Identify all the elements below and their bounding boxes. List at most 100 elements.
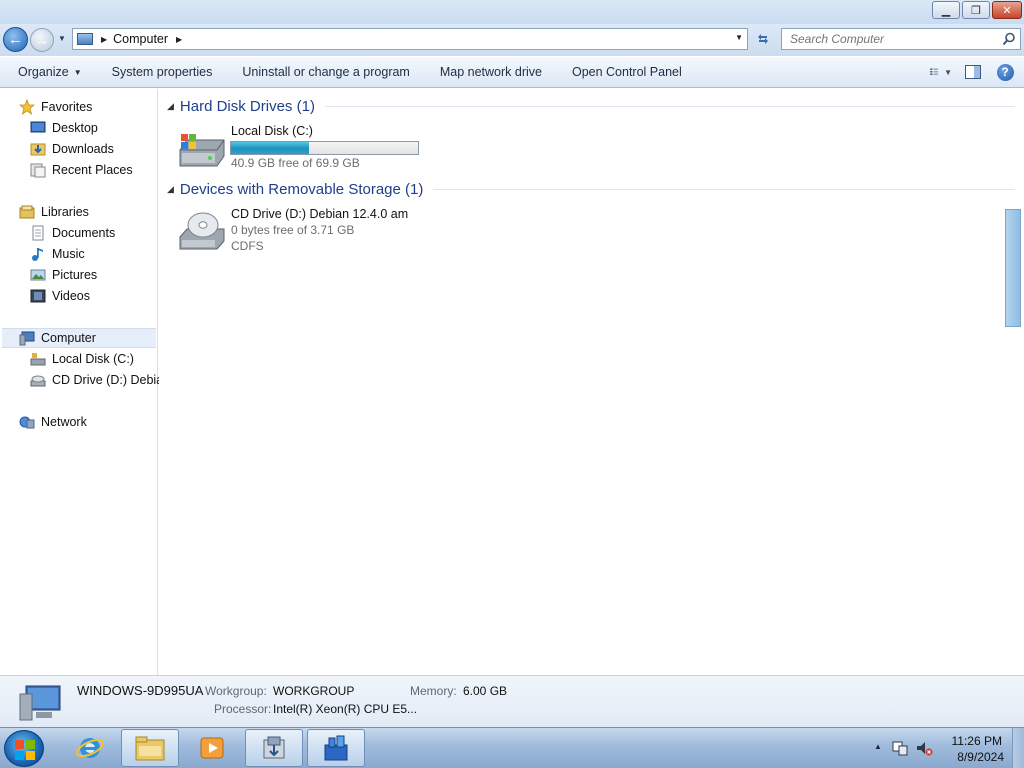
volume-muted-icon[interactable] xyxy=(915,739,933,757)
nav-cd-drive[interactable]: CD Drive (D:) Debiar xyxy=(30,370,167,390)
open-control-panel-button[interactable]: Open Control Panel xyxy=(557,57,697,87)
desktop-icon xyxy=(30,121,46,133)
back-button[interactable]: ← xyxy=(3,27,28,52)
address-bar[interactable]: ▶ Computer ▶ ▼ xyxy=(72,28,748,50)
nav-videos[interactable]: Videos xyxy=(30,286,90,306)
start-button[interactable] xyxy=(4,730,44,767)
nav-network[interactable]: Network xyxy=(19,412,87,432)
music-icon xyxy=(32,248,43,261)
hard-drive-icon xyxy=(179,134,225,167)
package-icon xyxy=(324,735,348,761)
taskbar-windows-explorer[interactable] xyxy=(121,729,179,767)
drive-item-local-disk[interactable]: Local Disk (C:) 40.9 GB free of 69.9 GB xyxy=(177,124,577,172)
computer-icon xyxy=(19,331,35,346)
taskbar-app-installer[interactable] xyxy=(245,729,303,767)
network-status-icon[interactable] xyxy=(891,739,909,757)
collapse-triangle-icon[interactable]: ◢ xyxy=(167,101,174,112)
collapse-triangle-icon[interactable]: ◢ xyxy=(167,184,174,195)
help-icon: ? xyxy=(996,63,1014,81)
clock-date[interactable]: 8/9/2024 xyxy=(957,750,1004,764)
nav-recent-places[interactable]: Recent Places xyxy=(30,160,133,180)
videos-icon xyxy=(30,289,46,303)
downloads-folder-icon xyxy=(30,143,46,156)
chevron-down-icon: ▼ xyxy=(73,67,82,77)
preview-pane-icon xyxy=(965,65,981,79)
preview-pane-button[interactable] xyxy=(962,62,984,82)
command-bar: Organize ▼ System properties Uninstall o… xyxy=(0,57,1024,88)
help-button[interactable]: ? xyxy=(994,62,1016,82)
show-hidden-icons-icon[interactable]: ▲ xyxy=(874,742,882,751)
nav-music[interactable]: Music xyxy=(30,244,85,264)
group-header-removable-storage[interactable]: ◢ Devices with Removable Storage (1) xyxy=(167,181,1015,198)
nav-label: Local Disk (C:) xyxy=(52,352,134,366)
folder-icon xyxy=(135,736,165,761)
window-controls: ▁ ❐ ✕ xyxy=(930,1,1022,19)
chevron-down-icon: ▼ xyxy=(944,67,952,77)
nav-label: Music xyxy=(52,247,85,261)
hard-drive-icon xyxy=(30,353,46,366)
minimize-button[interactable]: ▁ xyxy=(932,1,960,19)
system-properties-button[interactable]: System properties xyxy=(97,57,228,87)
nav-favorites[interactable]: Favorites xyxy=(19,97,92,117)
group-divider xyxy=(324,106,1015,107)
drive-name: Local Disk (C:) xyxy=(231,124,313,138)
installer-icon xyxy=(263,736,285,759)
organize-label: Organize xyxy=(18,65,69,79)
recent-places-icon xyxy=(30,163,46,178)
nav-computer[interactable]: Computer xyxy=(2,328,156,348)
close-button[interactable]: ✕ xyxy=(992,1,1022,19)
taskbar: ▲ 11:26 PM 8/9/2024 xyxy=(0,727,1024,768)
map-network-drive-button[interactable]: Map network drive xyxy=(425,57,557,87)
forward-button[interactable]: → xyxy=(30,28,54,52)
breadcrumb-computer[interactable]: Computer xyxy=(113,32,168,46)
cd-drive-icon xyxy=(30,375,46,387)
nav-local-disk[interactable]: Local Disk (C:) xyxy=(30,349,134,369)
system-tray: ▲ 11:26 PM 8/9/2024 xyxy=(864,728,1024,768)
nav-label: Documents xyxy=(52,226,116,240)
libraries-icon xyxy=(19,205,35,219)
taskbar-internet-explorer[interactable] xyxy=(61,729,119,767)
nav-label: Desktop xyxy=(52,121,98,135)
scrollbar-thumb[interactable] xyxy=(1005,209,1021,327)
taskbar-media-player[interactable] xyxy=(183,729,241,767)
computer-icon xyxy=(19,685,61,721)
content-area: ◢ Hard Disk Drives (1) Local Disk (C:) 4… xyxy=(159,89,1024,675)
drive-free-space: 40.9 GB free of 69.9 GB xyxy=(231,156,360,170)
group-header-hard-disk-drives[interactable]: ◢ Hard Disk Drives (1) xyxy=(167,98,1015,115)
search-input[interactable] xyxy=(790,32,990,46)
nav-libraries[interactable]: Libraries xyxy=(19,202,89,222)
nav-desktop[interactable]: Desktop xyxy=(30,118,98,138)
breadcrumb-arrow-icon[interactable]: ▶ xyxy=(101,35,107,44)
network-icon xyxy=(19,416,35,429)
taskbar-active-app[interactable] xyxy=(307,729,365,767)
nav-documents[interactable]: Documents xyxy=(30,223,115,243)
address-row: ← → ▼ ▶ Computer ▶ ▼ xyxy=(0,24,1024,56)
clock-time[interactable]: 11:26 PM xyxy=(952,734,1002,748)
uninstall-program-button[interactable]: Uninstall or change a program xyxy=(227,57,424,87)
show-desktop-button[interactable] xyxy=(1012,728,1024,768)
nav-label: CD Drive (D:) Debiar xyxy=(52,373,168,387)
address-history-dropdown-icon[interactable]: ▼ xyxy=(735,33,743,42)
disk-usage-bar xyxy=(230,141,419,155)
documents-icon xyxy=(32,225,44,241)
refresh-button[interactable] xyxy=(752,29,774,49)
organize-menu[interactable]: Organize ▼ xyxy=(0,57,97,87)
pictures-icon xyxy=(30,269,46,281)
breadcrumb-arrow-icon[interactable]: ▶ xyxy=(176,35,182,44)
memory-label: Memory: xyxy=(410,684,457,698)
nav-downloads[interactable]: Downloads xyxy=(30,139,114,159)
refresh-icon xyxy=(758,34,768,44)
nav-label: Pictures xyxy=(52,268,98,282)
nav-label: Favorites xyxy=(41,100,93,114)
drive-file-system: CDFS xyxy=(231,239,264,253)
search-icon[interactable] xyxy=(1002,32,1016,46)
maximize-button[interactable]: ❐ xyxy=(962,1,990,19)
memory-value: 6.00 GB xyxy=(463,684,508,698)
recent-pages-dropdown-icon[interactable]: ▼ xyxy=(58,34,66,43)
drive-item-cd-drive[interactable]: CD Drive (D:) Debian 12.4.0 am 0 bytes f… xyxy=(177,207,577,257)
change-view-button[interactable]: ▼ xyxy=(930,62,952,82)
nav-pictures[interactable]: Pictures xyxy=(30,265,97,285)
media-player-icon xyxy=(200,737,224,759)
search-box[interactable] xyxy=(781,28,1021,50)
disk-usage-fill xyxy=(231,142,309,154)
